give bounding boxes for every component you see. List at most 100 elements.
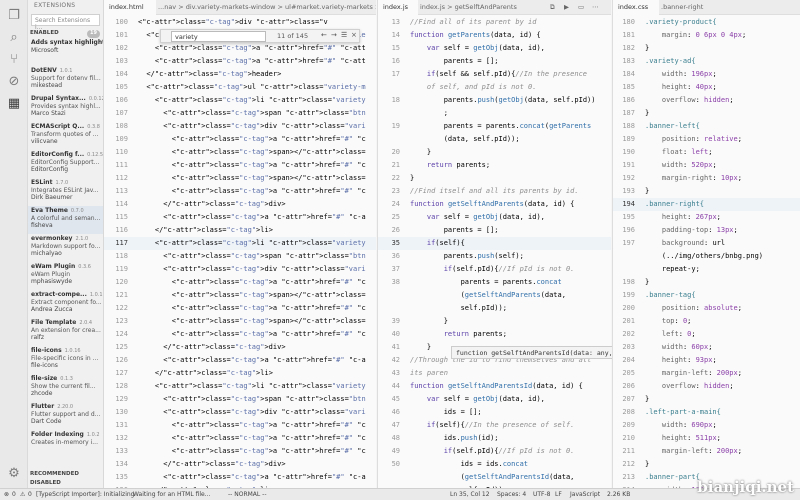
css-breadcrumb[interactable]: .banner-right [661, 0, 761, 15]
extension-item[interactable]: Flutter 2.20.0 Flutter support and d... Dar… [28, 402, 103, 430]
extension-item[interactable]: Adds syntax highlight...Microsoft [28, 38, 103, 66]
code-line[interactable]: 100 <"c-attr">class="c-tag">div "c-attr">… [104, 16, 376, 29]
code-line[interactable]: 196 padding-top: 13px; [613, 224, 800, 237]
code-line[interactable]: 118 <"c-attr">class="c-tag">span "c-attr… [104, 250, 376, 263]
code-line[interactable]: repeat-y; [613, 263, 800, 276]
error-icon[interactable]: ⊗ [4, 491, 9, 498]
find-input[interactable]: variety [171, 31, 266, 42]
code-line[interactable]: 102 <"c-attr">class="c-tag">a "c-attr">h… [104, 42, 376, 55]
warning-icon[interactable]: ⚠ [20, 491, 25, 498]
code-line[interactable]: 208 .left-part-a-main{ [613, 406, 800, 419]
extension-item[interactable]: Drupal Syntax...0.0.12Provides syntax hi… [28, 94, 103, 122]
code-line[interactable]: 47 if(self){//In the presence of self. [378, 419, 611, 432]
code-line[interactable]: 185 height: 40px; [613, 81, 800, 94]
files-icon[interactable]: ❐ [6, 8, 22, 24]
code-line[interactable]: of self, and pId is not 0. [378, 81, 611, 94]
code-line[interactable]: 117 <"c-attr">class="c-tag">li "c-attr">… [104, 237, 376, 250]
search-icon[interactable]: ⌕ [6, 30, 22, 46]
code-line[interactable]: 210 height: 511px; [613, 432, 800, 445]
code-line[interactable]: 194 .banner-right{ [613, 198, 800, 211]
code-line[interactable]: 135 <"c-attr">class="c-tag">a "c-attr">h… [104, 471, 376, 484]
code-line[interactable]: 189 position: relative; [613, 133, 800, 146]
source-control-icon[interactable]: ⑂ [6, 52, 22, 68]
code-line[interactable]: (../img/others/bnbg.png) [613, 250, 800, 263]
code-line[interactable]: 212} [613, 458, 800, 471]
extension-item[interactable]: ESLint 1.7.0 Integrates ESLint Jav... Dirk … [28, 178, 103, 206]
code-line[interactable]: 110 <"c-attr">class="c-tag">span></"c-at… [104, 146, 376, 159]
code-line[interactable]: 128 <"c-attr">class="c-tag">li "c-attr">… [104, 380, 376, 393]
extension-item[interactable]: File Template 2.0.4 An extension for crea.… [28, 318, 103, 346]
extension-item[interactable]: eWam Plugin 0.3.6 eWam Plugin mphasiswyde [28, 262, 103, 290]
code-line[interactable]: 201 top: 0; [613, 315, 800, 328]
code-line[interactable]: 199 .banner-tag{ [613, 289, 800, 302]
code-line[interactable]: 36 parents.push(self); [378, 250, 611, 263]
code-line[interactable]: 202 left: 0; [613, 328, 800, 341]
code-line[interactable]: 106 <"c-attr">class="c-tag">li "c-attr">… [104, 94, 376, 107]
code-line[interactable]: 23 //Find itself and all its parents by i… [378, 185, 611, 198]
js-code[interactable]: 13 //Find all of its parent by id 14 functi… [378, 16, 611, 488]
code-line[interactable]: 130 <"c-attr">class="c-tag">div "c-attr"… [104, 406, 376, 419]
extension-item[interactable]: extract-compe... 1.0.1 Extract component f… [28, 290, 103, 318]
warning-count[interactable]: 0 [28, 491, 32, 498]
debug-icon[interactable]: ⊘ [6, 74, 22, 90]
code-line[interactable]: 21 return parents; [378, 159, 611, 172]
code-line[interactable]: 25 var self = getObj(data, id), [378, 211, 611, 224]
code-line[interactable]: 16 parents = []; [378, 55, 611, 68]
split-editor-icon[interactable]: ⧉ [550, 0, 555, 15]
html-code[interactable]: 100 <"c-attr">class="c-tag">div "c-attr">… [104, 16, 376, 488]
extension-item[interactable]: file-size 0.1.3 Show the current fil... zhc… [28, 374, 103, 402]
code-line[interactable]: 15 var self = getObj(data, id), [378, 42, 611, 55]
code-line[interactable]: 40 return parents; [378, 328, 611, 341]
extensions-icon[interactable]: ▦ [6, 96, 22, 112]
code-line[interactable]: 46 ids = []; [378, 406, 611, 419]
code-line[interactable]: 188 .banner-left{ [613, 120, 800, 133]
extension-item[interactable]: evermonkey 2.1.0 Markdown support fo... mic… [28, 234, 103, 262]
disabled-section-header[interactable]: DISABLED [28, 479, 103, 488]
code-line[interactable]: 26 parents = []; [378, 224, 611, 237]
code-line[interactable]: 200 position: absolute; [613, 302, 800, 315]
code-line[interactable]: 24 function getSelftAndParents(data, id) … [378, 198, 611, 211]
encoding[interactable]: UTF-8 [533, 491, 551, 498]
code-line[interactable]: 195 height: 267px; [613, 211, 800, 224]
code-line[interactable]: 48 ids.push(id); [378, 432, 611, 445]
code-line[interactable]: 104 </"c-attr">class="c-tag">header> [104, 68, 376, 81]
code-line[interactable]: 121 <"c-attr">class="c-tag">span></"c-at… [104, 289, 376, 302]
tab-index-js[interactable]: index.js [378, 0, 418, 15]
code-line[interactable]: 39 } [378, 315, 611, 328]
enabled-section-header[interactable]: ENABLED 19 [28, 29, 103, 38]
code-line[interactable]: 182} [613, 42, 800, 55]
code-line[interactable]: 206 overflow: hidden; [613, 380, 800, 393]
code-line[interactable]: 103 <"c-attr">class="c-tag">a "c-attr">h… [104, 55, 376, 68]
code-line[interactable]: 22} [378, 172, 611, 185]
code-line[interactable]: 207} [613, 393, 800, 406]
settings-gear-icon[interactable]: ⚙ [6, 466, 22, 482]
code-line[interactable]: 49 if(self.pId){//If pId is not 0. [378, 445, 611, 458]
code-line[interactable]: self.pId)); [378, 302, 611, 315]
html-wait-status[interactable]: Waiting for an HTML file... [133, 491, 210, 498]
code-line[interactable]: 20 } [378, 146, 611, 159]
code-line[interactable]: 38 parents = parents.concat [378, 276, 611, 289]
extension-item[interactable]: EditorConfig f... 0.12.5 EditorConfig Supp… [28, 150, 103, 178]
code-line[interactable]: 211 margin-left: 200px; [613, 445, 800, 458]
code-line[interactable]: 193} [613, 185, 800, 198]
code-line[interactable]: 35 if(self){ [378, 237, 611, 250]
ts-importer-status[interactable]: [TypeScript Importer]: Initializing [36, 491, 134, 498]
find-in-selection-icon[interactable]: ☰ [341, 31, 347, 39]
close-find-icon[interactable]: × [351, 31, 357, 39]
code-line[interactable]: 191 width: 520px; [613, 159, 800, 172]
code-line[interactable]: 18 parents.push(getObj(data, self.pId)) [378, 94, 611, 107]
recommended-section-header[interactable]: RECOMMENDED [28, 470, 103, 479]
code-line[interactable]: (getSelftAndParentsId(data, [378, 471, 611, 484]
code-line[interactable]: (data, self.pId)); [378, 133, 611, 146]
code-line[interactable]: 126 <"c-attr">class="c-tag">a "c-attr">h… [104, 354, 376, 367]
code-line[interactable]: 116 </"c-attr">class="c-tag">li> [104, 224, 376, 237]
code-line[interactable]: 134 </"c-attr">class="c-tag">div> [104, 458, 376, 471]
code-line[interactable]: 112 <"c-attr">class="c-tag">span></"c-at… [104, 172, 376, 185]
code-line[interactable]: 122 <"c-attr">class="c-tag">a "c-attr">h… [104, 302, 376, 315]
extension-item[interactable]: ECMAScript Q... 0.3.8 Transform quotes of … [28, 122, 103, 150]
code-line[interactable]: 190 float: left; [613, 146, 800, 159]
error-count[interactable]: 0 [12, 491, 16, 498]
language-mode[interactable]: JavaScript [570, 491, 600, 498]
extension-item[interactable]: DotENV 1.0.1 Support for dotenv fil... mike… [28, 66, 103, 94]
code-line[interactable]: 133 <"c-attr">class="c-tag">a "c-attr">h… [104, 445, 376, 458]
